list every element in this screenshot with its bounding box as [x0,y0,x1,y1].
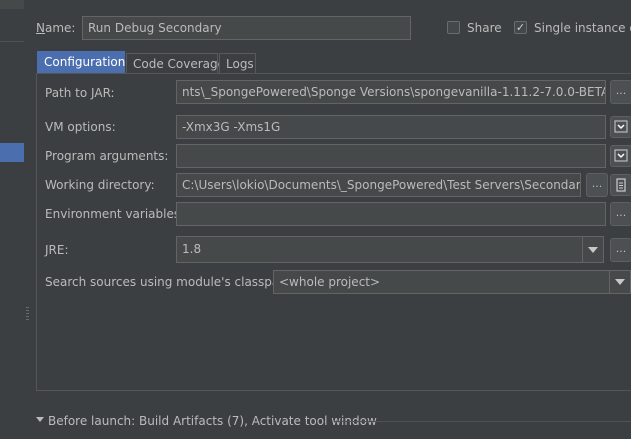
environment-variables-input[interactable] [176,202,606,226]
top-strip [24,0,631,9]
share-checkbox[interactable] [447,21,460,34]
browse-jre-button[interactable]: ... [610,238,631,262]
share-label: Share [467,21,502,35]
expand-icon [614,149,628,162]
browse-jar-button[interactable]: ... [610,80,631,104]
program-arguments-label: Program arguments: [45,149,169,163]
environment-variables-label: Environment variables: [45,207,185,221]
selected-configuration-item[interactable] [0,143,24,162]
search-sources-label: Search sources using module's classpath: [45,275,296,289]
left-tree-panel [0,0,24,439]
tab-logs[interactable]: Logs [219,53,256,75]
expand-program-arguments-button[interactable] [610,145,631,167]
jre-label: JRE: [45,243,69,257]
path-to-jar-label: Path to JAR: [45,86,115,100]
jre-value: 1.8 [182,242,202,256]
path-to-jar-input[interactable]: nts\_SpongePowered\Sponge Versions\spong… [176,80,606,104]
chevron-down-icon[interactable] [588,247,598,253]
left-toolbar [0,0,24,9]
tab-configuration[interactable]: Configuration [37,51,125,73]
before-launch-separator [334,421,631,422]
program-arguments-input[interactable] [176,144,606,168]
before-launch-label[interactable]: Before launch: Build Artifacts (7), Acti… [48,414,377,428]
jre-select[interactable]: 1.8 [176,236,604,263]
name-label: Name: [36,21,76,35]
single-instance-label: Single instance on [534,21,631,35]
vm-options-input[interactable]: -Xmx3G -Xms1G [176,115,606,139]
document-icon [616,178,626,192]
working-directory-label: Working directory: [45,178,155,192]
macros-button[interactable] [610,174,631,196]
tab-code-coverage[interactable]: Code Coverage [126,53,225,75]
collapse-triangle-icon[interactable] [36,417,44,422]
expand-icon [614,120,628,133]
edit-environment-button[interactable]: ... [610,202,631,226]
classpath-divider [609,271,610,293]
module-classpath-value: <whole project> [279,275,381,289]
checkmark-icon: ✓ [515,21,526,34]
expand-vm-options-button[interactable] [610,116,631,138]
left-panel-separator [0,41,24,42]
single-instance-checkbox[interactable]: ✓ [514,21,527,34]
vm-options-label: VM options: [45,120,116,134]
module-classpath-select[interactable]: <whole project> [273,270,631,294]
browse-directory-button[interactable]: ... [586,173,608,197]
chevron-down-icon[interactable] [615,279,625,285]
splitter-handle[interactable] [26,307,29,321]
name-input[interactable]: Run Debug Secondary [82,16,411,40]
jre-divider [582,237,583,262]
working-directory-input[interactable]: C:\Users\lokio\Documents\_SpongePowered\… [176,173,581,197]
